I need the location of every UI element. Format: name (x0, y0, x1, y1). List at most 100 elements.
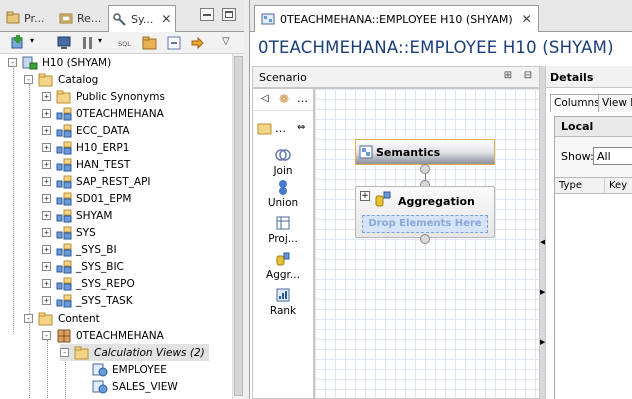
collapse-arrows-icon[interactable]: ⇔ (297, 122, 305, 133)
expand-toggle[interactable]: + (42, 279, 51, 288)
tree-node-schema[interactable]: + H10_ERP1 (42, 139, 129, 156)
tools-icon[interactable] (80, 35, 96, 51)
tree-node-sales-view[interactable]: SALES_VIEW (92, 378, 178, 395)
semantics-node[interactable]: Semantics (355, 139, 495, 165)
details-title: Details (546, 66, 632, 88)
scrollbar-thumb[interactable] (234, 56, 243, 396)
tab-project-explorer[interactable]: Pr... (2, 5, 48, 31)
union-icon (279, 180, 287, 195)
tree-node-schema[interactable]: + SYS (42, 224, 96, 241)
scenario-canvas[interactable]: Semantics + Aggregation Drop Elements He… (314, 88, 540, 399)
collapse-toggle[interactable]: - (24, 314, 33, 323)
collapse-panel-icon[interactable]: ⊟ (521, 70, 535, 84)
collapse-toggle[interactable]: - (42, 331, 51, 340)
close-icon[interactable]: ✕ (161, 12, 171, 26)
tree-node-content[interactable]: - Content (24, 310, 100, 327)
expand-all-icon[interactable]: ⊞ (501, 70, 515, 84)
expand-toggle[interactable]: + (42, 126, 51, 135)
tree-node-schema[interactable]: + _SYS_TASK (42, 292, 133, 309)
tree-node-system[interactable]: - H10 (SHYAM) (8, 54, 111, 71)
folder-open-icon[interactable] (257, 121, 273, 135)
tree-scrollbar[interactable] (232, 54, 244, 399)
open-folder-icon[interactable] (142, 35, 158, 51)
sql-console-icon[interactable]: SQL (118, 35, 134, 51)
palette-union[interactable]: Union (253, 179, 313, 209)
expand-toggle[interactable]: + (42, 211, 51, 220)
tree-node-schema[interactable]: + SHYAM (42, 207, 112, 224)
schema-icon (56, 294, 72, 307)
expand-toggle[interactable]: + (42, 228, 51, 237)
monitor-icon[interactable] (56, 35, 72, 51)
palette-join[interactable]: Join (253, 147, 313, 177)
palette-aggregation[interactable]: Aggr... (253, 251, 313, 281)
tree-node-package[interactable]: - 0TEACHMEHANA (42, 327, 164, 344)
arrow-left-icon[interactable]: ◁ (261, 93, 269, 104)
tree-node-schema[interactable]: + ECC_DATA (42, 122, 130, 139)
tree-node-schema[interactable]: + SAP_REST_API (42, 173, 151, 190)
expand-toggle[interactable]: + (42, 177, 51, 186)
expand-toggle[interactable]: + (42, 109, 51, 118)
show-filter-select[interactable]: All (593, 147, 632, 165)
tree-node-schema[interactable]: +0TEACHMEHANA (42, 105, 164, 122)
expand-toggle[interactable]: + (42, 194, 51, 203)
expand-toggle[interactable]: + (42, 245, 51, 254)
dropdown-arrow-icon[interactable]: ▾ (30, 36, 34, 45)
aggregation-input-port[interactable] (420, 234, 430, 244)
collapse-toggle[interactable]: - (8, 58, 17, 67)
link-editor-icon[interactable] (190, 35, 206, 51)
tree-node-schema[interactable]: + _SYS_REPO (42, 275, 135, 292)
expand-node-icon[interactable]: + (360, 191, 370, 201)
rank-icon (276, 288, 290, 302)
palette-projection[interactable]: Proj... (253, 215, 313, 245)
tree-node-schema[interactable]: + _SYS_BIC (42, 258, 124, 275)
schema-icon (56, 141, 72, 154)
tree-node-employee[interactable]: EMPLOYEE (92, 361, 167, 378)
tools-dropdown-icon[interactable]: ▾ (98, 36, 102, 45)
view-menu-icon[interactable]: ▽ (222, 36, 230, 47)
tree-node-public-synonyms[interactable]: + Public Synonyms (42, 88, 165, 105)
aggregation-node[interactable]: + Aggregation Drop Elements Here (355, 186, 495, 238)
systems-icon (113, 13, 126, 26)
local-section: Local Show: All Type Key (554, 116, 632, 399)
expand-toggle[interactable]: + (42, 92, 51, 101)
expand-toggle[interactable]: + (42, 262, 51, 271)
column-header-type[interactable]: Type (555, 178, 605, 194)
palette-rank[interactable]: Rank (253, 287, 313, 317)
tab-repositories-label: Re... (77, 11, 102, 25)
more-icon[interactable]: … (275, 122, 286, 135)
minimize-button[interactable] (200, 8, 214, 21)
calculation-view-icon (261, 13, 275, 25)
collapse-toggle[interactable]: - (24, 75, 33, 84)
calculation-view-icon (92, 363, 108, 376)
expand-toggle[interactable]: + (42, 160, 51, 169)
calculation-view-editor: 0TEACHMEHANA::EMPLOYEE H10 (SHYAM) ✕ 0TE… (249, 0, 632, 399)
column-header-key[interactable]: Key (605, 178, 632, 194)
semantics-input-port[interactable] (420, 164, 430, 174)
tab-view-properties[interactable]: View P (598, 94, 632, 112)
tree-node-schema[interactable]: + _SYS_BI (42, 241, 117, 258)
palette-icon[interactable]: ❁ (279, 92, 289, 106)
expand-toggle[interactable]: + (42, 296, 51, 305)
tab-repositories[interactable]: Re... (55, 5, 105, 31)
editor-tabs: 0TEACHMEHANA::EMPLOYEE H10 (SHYAM) ✕ (250, 0, 632, 32)
tree-node-catalog[interactable]: - Catalog (24, 71, 98, 88)
tab-columns[interactable]: Columns (550, 94, 604, 112)
editor-tab-employee[interactable]: 0TEACHMEHANA::EMPLOYEE H10 (SHYAM) ✕ (254, 5, 539, 32)
tree-node-label: EMPLOYEE (112, 363, 167, 376)
close-icon[interactable]: ✕ (522, 12, 532, 26)
tab-systems[interactable]: Sy... ✕ (108, 5, 177, 32)
tree-node-schema[interactable]: + HAN_TEST (42, 156, 130, 173)
add-system-icon[interactable] (10, 35, 26, 51)
maximize-button[interactable] (222, 8, 236, 21)
expand-toggle[interactable]: + (42, 143, 51, 152)
drop-zone[interactable]: Drop Elements Here (362, 215, 488, 233)
collapse-all-icon[interactable] (166, 35, 182, 51)
palette-item-label: Join (273, 165, 293, 177)
aggregation-icon (375, 191, 391, 207)
tab-project-label: Pr... (24, 11, 45, 25)
tree-node-schema[interactable]: + SD01_EPM (42, 190, 131, 207)
collapse-toggle[interactable]: - (60, 348, 69, 357)
tree-node-calculation-views[interactable]: - Calculation Views (2) (60, 344, 209, 361)
more-icon[interactable]: … (297, 92, 308, 105)
tree-node-label: 0TEACHMEHANA (76, 107, 164, 120)
